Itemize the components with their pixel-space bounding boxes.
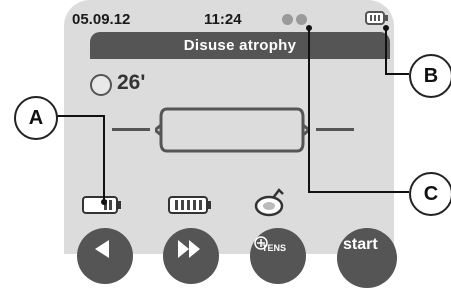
callout-c: C [409,172,451,216]
callout-a: A [14,96,58,140]
callout-b: B [409,54,451,98]
callout-lines [56,25,409,205]
